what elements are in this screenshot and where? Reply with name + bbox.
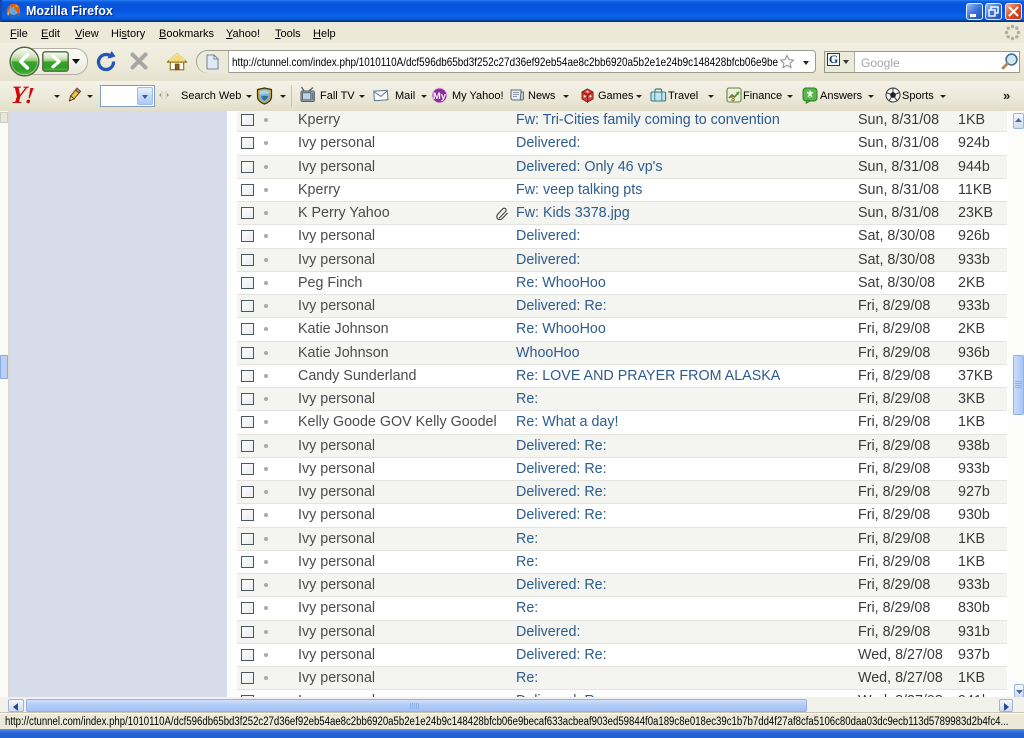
- svg-text:My: My: [433, 91, 447, 102]
- svg-text:$: $: [731, 96, 735, 103]
